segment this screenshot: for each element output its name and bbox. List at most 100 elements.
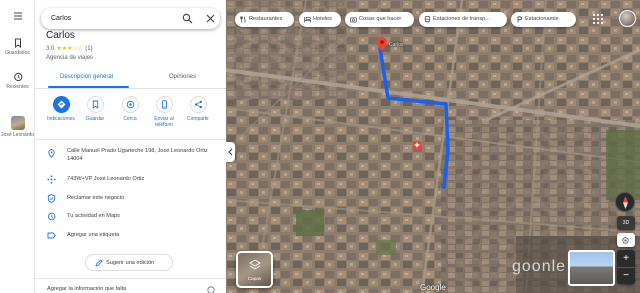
zoom-out-button[interactable]: − <box>617 267 635 283</box>
history-icon <box>47 212 56 221</box>
chip-parking-label: Estacionamie <box>525 16 559 22</box>
active-tab-indicator <box>48 86 129 88</box>
directions-icon <box>57 100 65 109</box>
search-box <box>41 8 220 29</box>
rating-row[interactable]: 3.0 ★★★☆☆ (1) <box>46 45 93 53</box>
place-category[interactable]: Agencia de viajes <box>46 55 93 61</box>
layers-icon <box>249 259 261 270</box>
compass-icon <box>623 196 628 209</box>
left-rail: Guardados Recientes José Leonardo <box>0 0 35 293</box>
zoom-controls: + − <box>617 250 635 284</box>
collapse-panel-button[interactable] <box>226 142 235 162</box>
suggest-edit-label: Sugerir una edición <box>106 260 155 266</box>
tab-reviews[interactable]: Opiniones <box>169 74 196 80</box>
verified-shield-icon <box>47 194 56 203</box>
plus-code-text: 743W+VP José Leonardo Ortiz <box>67 176 145 182</box>
hospital-icon[interactable] <box>413 141 421 149</box>
chip-things-to-do[interactable]: Cosas que hacer <box>345 12 414 27</box>
restaurant-icon <box>240 16 246 23</box>
chip-hotels-label: Hoteles <box>313 16 332 22</box>
apps-grid-icon[interactable] <box>592 13 604 25</box>
recent-button[interactable]: Recientes <box>0 72 35 90</box>
chip-hotels[interactable]: Hoteles <box>299 12 341 27</box>
save-label: Guardar <box>85 116 105 122</box>
hamburger-icon <box>13 12 22 20</box>
chip-parking[interactable]: Estacionamie <box>511 12 576 27</box>
bookmark-icon <box>14 38 21 48</box>
close-icon[interactable] <box>205 13 216 24</box>
chip-restaurants-label: Restaurantes <box>249 16 283 22</box>
share-label: Compartir <box>187 116 209 122</box>
maps-activity-text: Tu actividad en Maps <box>67 213 120 219</box>
recent-place-label: José Leonardo <box>0 132 35 138</box>
hotel-icon <box>304 16 311 23</box>
history-icon <box>13 72 22 82</box>
zoom-in-button[interactable]: + <box>617 251 635 267</box>
save-circle <box>86 96 104 113</box>
nearby-icon <box>126 100 134 109</box>
pencil-icon <box>95 259 103 267</box>
google-logo: Google <box>420 283 446 292</box>
rating-value: 3.0 <box>46 45 55 52</box>
rating-stars: ★★★☆☆ <box>56 46 84 52</box>
camera-icon <box>350 17 357 23</box>
save-button[interactable]: Guardar <box>78 96 112 122</box>
directions-label: Indicaciones <box>47 116 75 122</box>
search-input[interactable] <box>51 12 166 25</box>
chip-transit-label: Estaciones de transp... <box>433 16 490 22</box>
saved-button[interactable]: Guardados <box>0 38 35 56</box>
chip-things-to-do-label: Cosas que hacer <box>359 16 402 22</box>
place-pin-icon[interactable] <box>377 37 387 51</box>
street-view-thumbnail[interactable] <box>568 250 615 286</box>
saved-label: Guardados <box>5 50 30 56</box>
phone-circle <box>155 96 173 113</box>
directions-circle <box>52 96 70 113</box>
account-avatar[interactable] <box>619 10 636 27</box>
recent-place-thumbnail <box>10 116 25 130</box>
menu-button[interactable] <box>0 11 35 23</box>
label-icon <box>47 232 56 239</box>
layers-label: Capas <box>247 276 262 281</box>
map-label-place: Carlos <box>389 42 404 48</box>
transit-icon <box>424 16 431 23</box>
info-icon[interactable] <box>207 286 215 293</box>
plus-code-icon <box>47 175 56 184</box>
place-panel: Carlos 3.0 ★★★☆☆ (1) Agencia de viajes D… <box>35 0 226 293</box>
suggest-edit-button[interactable]: Sugerir una edición <box>85 254 173 271</box>
chip-restaurants[interactable]: Restaurantes <box>235 12 294 27</box>
add-label-text: Agregar una etiqueta <box>67 232 120 238</box>
review-count: (1) <box>85 45 93 52</box>
divider <box>35 278 226 279</box>
directions-button[interactable]: Indicaciones <box>44 96 78 122</box>
chevron-left-icon <box>228 148 233 156</box>
action-row: Indicaciones Guardar Cerca Enviar al tel… <box>35 96 226 136</box>
share-icon <box>194 100 202 109</box>
phone-icon <box>161 100 167 109</box>
recent-place-button[interactable]: José Leonardo <box>0 116 35 138</box>
share-circle <box>189 96 207 113</box>
my-location-icon <box>622 237 629 244</box>
nearby-circle <box>121 96 139 113</box>
place-title: Carlos <box>46 30 75 41</box>
nearby-button[interactable]: Cerca <box>113 96 147 122</box>
recent-label: Recientes <box>6 84 29 90</box>
layers-button[interactable]: Capas <box>236 251 273 288</box>
tab-bar: Descripción general Opiniones <box>35 67 226 89</box>
my-location-button[interactable] <box>617 233 635 247</box>
bookmark-icon <box>92 100 98 109</box>
send-to-phone-label: Enviar al teléfono <box>154 116 174 128</box>
nearby-label: Cerca <box>123 116 137 122</box>
add-missing-info-text: Agregar la información que falta <box>47 286 127 292</box>
location-pin-icon <box>48 149 55 158</box>
claim-business-text: Reclamar este negocio <box>67 195 125 201</box>
chip-transit[interactable]: Estaciones de transp... <box>419 12 507 27</box>
divider <box>35 139 226 140</box>
send-to-phone-button[interactable]: Enviar al teléfono <box>147 96 181 128</box>
compass-button[interactable] <box>615 192 635 212</box>
tilt-3d-button[interactable]: 3D <box>617 216 635 230</box>
search-icon[interactable] <box>182 13 193 24</box>
parking-icon <box>517 16 523 23</box>
address-text: Calle Manuel Prado Ugarteche 198, José L… <box>67 148 208 162</box>
share-button[interactable]: Compartir <box>181 96 215 122</box>
tab-overview[interactable]: Descripción general <box>60 74 113 80</box>
